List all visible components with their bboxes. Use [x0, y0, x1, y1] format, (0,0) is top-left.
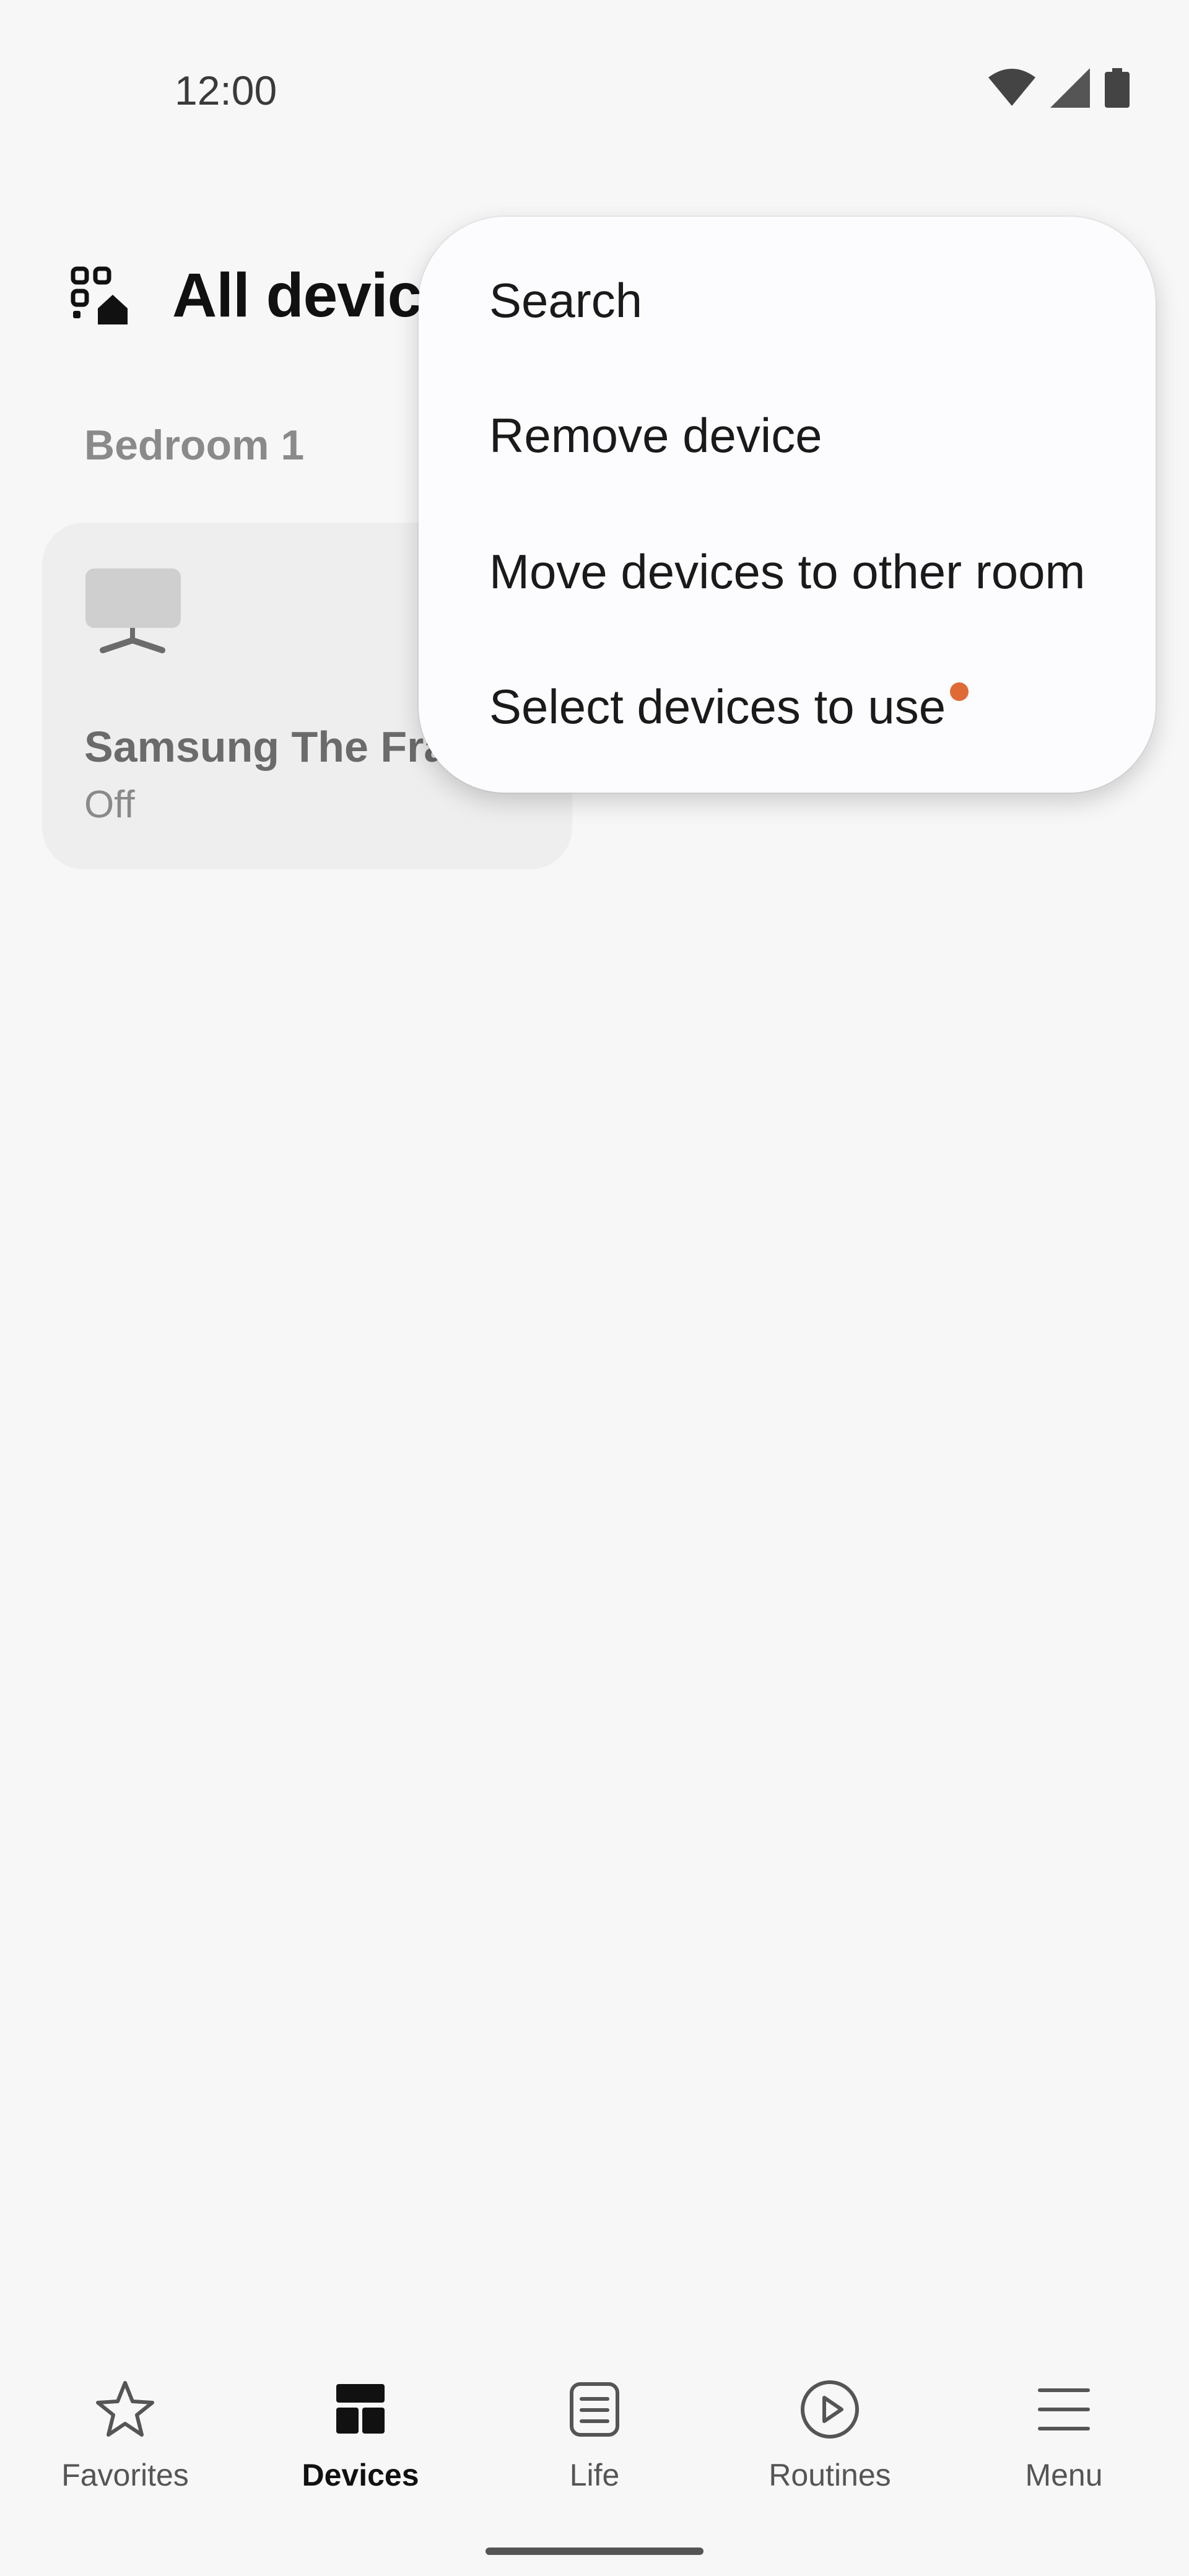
overflow-menu: Search Remove device Move devices to oth…: [419, 217, 1156, 793]
menu-item-remove-device[interactable]: Remove device: [489, 407, 822, 464]
wifi-icon: [988, 69, 1035, 106]
device-name: Samsung The Fra: [84, 723, 448, 771]
status-time: 12:00: [175, 67, 277, 113]
tv-icon: [85, 568, 181, 653]
status-icons: [988, 68, 1130, 108]
menu-item-select-devices[interactable]: Select devices to use: [489, 679, 946, 735]
page-title: All devic: [172, 261, 422, 330]
life-icon: [570, 2382, 619, 2437]
nav-label-life: Life: [569, 2458, 620, 2492]
qr-home-icon[interactable]: [69, 265, 131, 327]
menu-item-move-devices[interactable]: Move devices to other room: [489, 544, 1085, 600]
star-icon: [96, 2381, 154, 2437]
room-label: Bedroom 1: [84, 422, 305, 469]
cellular-signal-icon: [1050, 68, 1090, 108]
device-status: Off: [84, 783, 135, 826]
nav-item-devices[interactable]: Devices: [243, 2353, 478, 2502]
nav-item-life[interactable]: Life: [477, 2353, 712, 2502]
nav-item-favorites[interactable]: Favorites: [7, 2353, 243, 2502]
nav-item-routines[interactable]: Routines: [712, 2353, 947, 2502]
battery-icon: [1105, 68, 1130, 108]
nav-item-menu[interactable]: Menu: [946, 2353, 1182, 2502]
devices-grid-icon: [336, 2384, 385, 2434]
nav-label-favorites: Favorites: [61, 2458, 189, 2492]
new-badge-dot: [950, 682, 969, 701]
nav-label-routines: Routines: [769, 2458, 891, 2492]
menu-item-search[interactable]: Search: [489, 272, 642, 329]
home-indicator[interactable]: [486, 2548, 703, 2555]
nav-label-devices: Devices: [302, 2458, 419, 2492]
nav-label-menu: Menu: [1025, 2458, 1103, 2492]
status-bar: 12:00: [0, 0, 1189, 186]
play-icon: [801, 2380, 859, 2439]
hamburger-icon: [1038, 2388, 1090, 2430]
bottom-nav: Favorites Devices Life Routines Menu: [0, 2353, 1189, 2502]
